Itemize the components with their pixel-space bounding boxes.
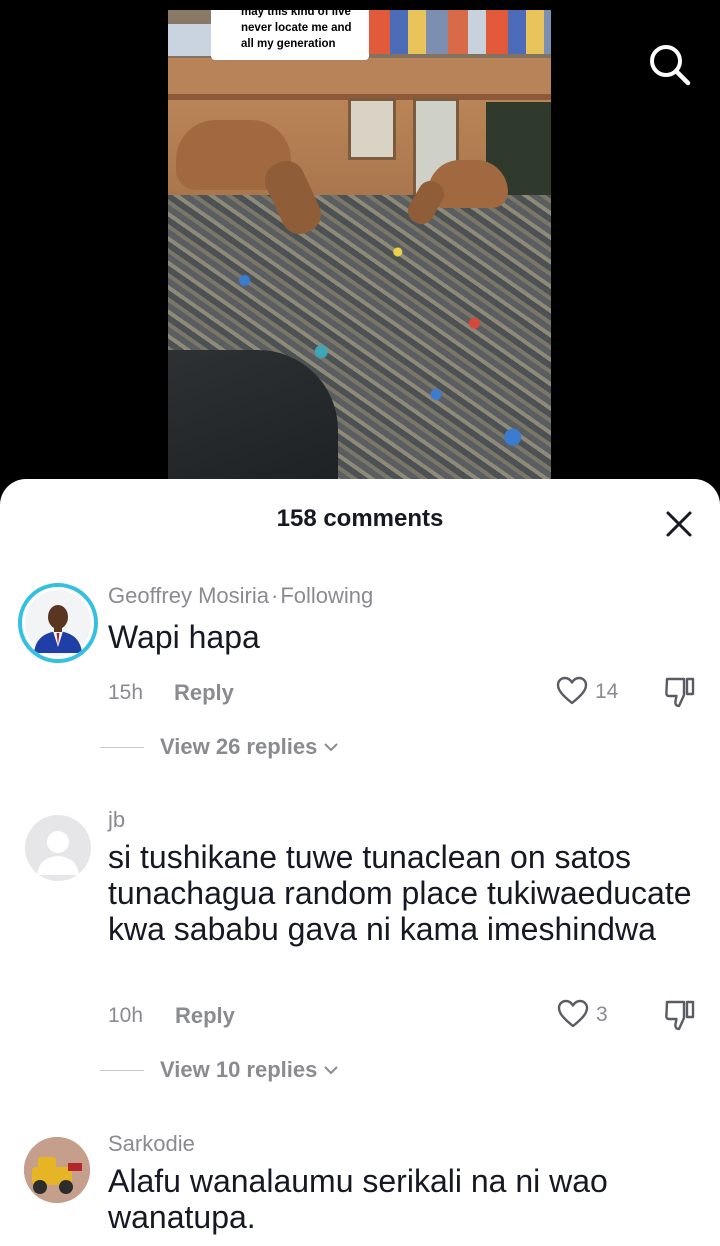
comment-time: 15h — [108, 681, 144, 704]
comment-item: Sarkodie Alafu wanalaumu serikali na ni … — [0, 1131, 720, 1246]
video-scene-laundry — [368, 10, 551, 54]
comment-author[interactable]: Geoffrey Mosiria·Following — [108, 583, 373, 609]
following-badge: Following — [280, 583, 374, 608]
dislike-button[interactable] — [664, 998, 696, 1032]
author-separator: · — [270, 583, 279, 608]
comment-text: Wapi hapa — [108, 619, 260, 655]
dislike-icon — [665, 1000, 695, 1031]
avatar-photo-icon — [25, 590, 91, 656]
video-scene-balcony — [168, 58, 551, 100]
like-count: 3 — [596, 1003, 608, 1026]
close-button[interactable] — [664, 509, 694, 539]
view-replies-divider — [100, 1069, 144, 1071]
avatar[interactable] — [25, 815, 91, 881]
video-caption-line: all my generation — [241, 38, 336, 50]
comment-item: Geoffrey Mosiria·Following Wapi hapa 15h… — [0, 579, 720, 779]
view-replies-divider — [100, 746, 144, 748]
comment-time: 10h — [108, 1004, 144, 1027]
view-replies-button[interactable]: View 26 replies — [100, 732, 339, 762]
like-button[interactable] — [556, 676, 588, 706]
video-caption: may this kind of live never locate me an… — [211, 10, 369, 60]
default-avatar-icon — [37, 831, 79, 875]
comment-text: si tushikane tuwe tunaclean on satos tun… — [108, 839, 692, 947]
author-name[interactable]: Sarkodie — [108, 1131, 195, 1157]
comments-sheet: 158 comments Geoffrey Mosiria·Following … — [0, 479, 720, 1246]
author-name[interactable]: jb — [108, 807, 125, 833]
chevron-down-icon — [324, 1066, 339, 1075]
search-icon — [650, 45, 691, 86]
video-thumbnail[interactable]: may this kind of live never locate me an… — [168, 10, 551, 480]
reply-button[interactable]: Reply — [174, 680, 234, 706]
heart-icon — [556, 676, 588, 705]
video-scene-laundry-left — [168, 24, 213, 56]
like-count: 14 — [595, 680, 619, 703]
close-icon — [666, 511, 692, 537]
view-replies-label: View 10 replies — [160, 1057, 318, 1082]
search-button[interactable] — [647, 42, 693, 88]
video-area[interactable]: may this kind of live never locate me an… — [0, 0, 720, 500]
view-replies-button[interactable]: View 10 replies — [100, 1055, 339, 1085]
video-scene-window — [348, 98, 396, 160]
avatar[interactable] — [18, 583, 98, 663]
dislike-icon — [665, 677, 695, 708]
reply-button[interactable]: Reply — [175, 1003, 235, 1029]
author-name[interactable]: Geoffrey Mosiria — [108, 583, 269, 608]
video-caption-line: never locate me and — [241, 22, 352, 34]
comments-count-title: 158 comments — [276, 505, 444, 532]
comment-text: Alafu wanalaumu serikali na ni wao wanat… — [108, 1163, 608, 1235]
dislike-button[interactable] — [664, 675, 696, 709]
comment-item: jb si tushikane tuwe tunaclean on satos … — [0, 807, 720, 1099]
chevron-down-icon — [324, 743, 339, 752]
like-button[interactable] — [557, 999, 589, 1029]
avatar-photo-icon — [24, 1137, 90, 1203]
avatar[interactable] — [24, 1137, 90, 1203]
video-caption-line: may this kind of live — [241, 10, 351, 18]
view-replies-label: View 26 replies — [160, 734, 318, 759]
heart-icon — [557, 999, 589, 1028]
